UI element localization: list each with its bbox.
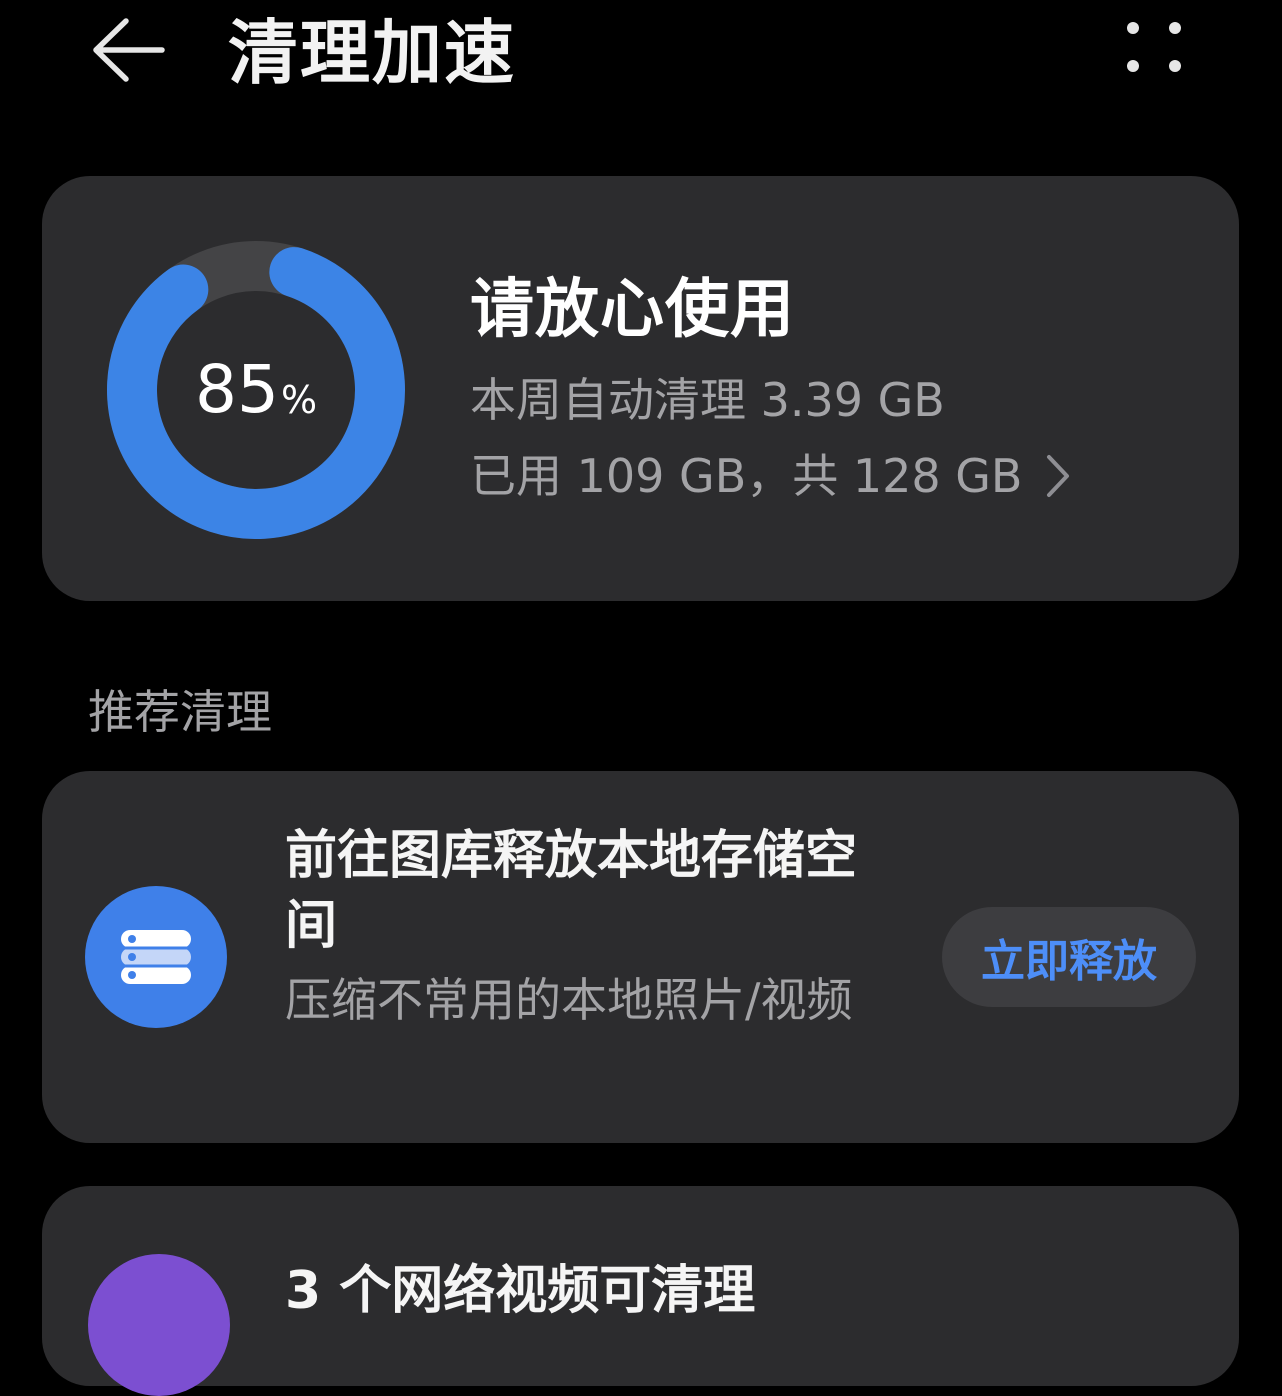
recommend-item-gallery[interactable]: 前往图库释放本地存储空间 压缩不常用的本地照片/视频 立即释放 [42, 771, 1239, 1143]
chevron-right-icon [1046, 455, 1069, 497]
weekly-cleanup-text: 本周自动清理 3.39 GB [470, 373, 945, 427]
recommend-item-videos[interactable]: 3 个网络视频可清理 [42, 1186, 1239, 1396]
recommend-item-description: 压缩不常用的本地照片/视频 [285, 973, 853, 1027]
back-button[interactable] [80, 10, 176, 90]
usage-percent-label: 85 % [104, 238, 408, 542]
more-options-button[interactable] [1108, 6, 1200, 90]
page-title: 清理加速 [228, 12, 516, 94]
usage-percent-value: 85 [194, 351, 279, 428]
usage-percent-unit: % [280, 378, 318, 422]
more-dots-icon [1127, 22, 1181, 72]
recommend-item-title: 前往图库释放本地存储空间 [285, 826, 858, 956]
storage-summary-card[interactable]: 85 % 请放心使用 本周自动清理 3.39 GB 已用 109 GB，共 12… [42, 176, 1239, 601]
storage-usage-link[interactable]: 已用 109 GB，共 128 GB [470, 448, 1071, 504]
recommend-item-title: 3 个网络视频可清理 [285, 1261, 756, 1321]
release-now-button[interactable]: 立即释放 [942, 907, 1196, 1007]
video-icon [88, 1254, 230, 1396]
arrow-left-icon [93, 18, 165, 82]
storage-stack-icon [85, 886, 227, 1028]
storage-usage-text: 已用 109 GB，共 128 GB [470, 449, 1023, 503]
recommend-section-title: 推荐清理 [88, 685, 272, 739]
storage-status-title: 请放心使用 [470, 273, 795, 347]
